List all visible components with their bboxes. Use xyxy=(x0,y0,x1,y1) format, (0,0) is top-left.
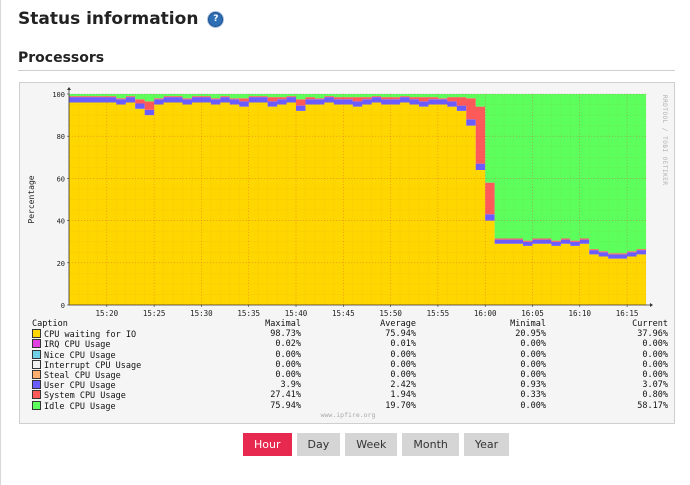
legend-avg: 0.00% xyxy=(390,359,416,370)
y-axis-label: Percentage xyxy=(27,175,36,223)
period-button-week[interactable]: Week xyxy=(345,433,398,456)
page-title: Status information ? xyxy=(18,9,224,29)
x-tick-label: 15:25 xyxy=(143,309,166,318)
legend-row-nice: Nice CPU Usage 0.00% 0.00% 0.00% 0.00% xyxy=(28,349,668,361)
legend-header-current: Current xyxy=(632,319,668,329)
x-tick-label: 16:10 xyxy=(568,309,591,318)
legend-min: 0.00% xyxy=(520,349,546,360)
legend-row-interrupt: Interrupt CPU Usage 0.00% 0.00% 0.00% 0.00% xyxy=(28,359,668,371)
page-title-text: Status information xyxy=(18,9,199,29)
legend-header: Caption Maximal Average Minimal Current xyxy=(28,319,668,329)
legend-min: 0.00% xyxy=(520,339,546,350)
legend-max: 0.00% xyxy=(275,369,301,380)
legend-max: 0.00% xyxy=(275,349,301,360)
x-tick-label: 15:20 xyxy=(96,309,119,318)
legend-row-io: CPU waiting for IO 98.73% 75.94% 20.95% 37.9… xyxy=(28,329,668,340)
x-tick-label: 16:00 xyxy=(474,309,497,318)
legend-swatch xyxy=(32,380,41,390)
period-button-day[interactable]: Day xyxy=(296,433,341,456)
legend-cur: 37.96% xyxy=(637,329,668,340)
period-button-month[interactable]: Month xyxy=(402,433,459,456)
legend-row-user: User CPU Usage 3.9% 2.42% 0.93% 3.07% xyxy=(28,380,668,391)
rrdtool-credit: RRDTOOL / TOBI OETIKER xyxy=(661,95,668,186)
y-tick-label: 40 xyxy=(57,218,65,226)
y-tick-label: 80 xyxy=(57,133,65,141)
legend-row-steal: Steal CPU Usage 0.00% 0.00% 0.00% 0.00% xyxy=(28,369,668,381)
cpu-chart: 0 20 40 60 80 100 15:20 15:25 15:30 15:35 15:40 15:… xyxy=(27,87,653,318)
legend-swatch xyxy=(32,339,41,349)
legend-row-idle: Idle CPU Usage 75.94% 19.70% 0.00% 58.17% xyxy=(28,400,668,412)
legend-cur: 3.07% xyxy=(642,380,668,391)
legend-min: 20.95% xyxy=(515,329,546,340)
x-axis-arrow xyxy=(650,303,653,307)
x-tick-label: 16:05 xyxy=(521,309,544,318)
y-tick-label: 0 xyxy=(61,302,65,310)
legend-cur: 0.00% xyxy=(642,339,668,350)
legend-avg: 0.00% xyxy=(390,349,416,360)
legend-min: 0.00% xyxy=(520,369,546,380)
period-button-year[interactable]: Year xyxy=(463,433,510,456)
legend-header-maximal: Maximal xyxy=(265,319,301,329)
legend-cur: 58.17% xyxy=(637,400,668,411)
legend-avg: 0.00% xyxy=(390,369,416,380)
x-tick-label: 15:40 xyxy=(285,309,308,318)
legend-cur: 0.00% xyxy=(642,369,668,380)
legend-min: 0.33% xyxy=(520,390,546,401)
legend-max: 98.73% xyxy=(270,329,301,340)
legend-max: 3.9% xyxy=(280,380,301,391)
y-tick-label: 60 xyxy=(57,175,65,183)
legend-swatch xyxy=(32,349,41,359)
graph-legend: Caption Maximal Average Minimal Current CPU w… xyxy=(28,319,668,412)
legend-max: 0.02% xyxy=(275,339,301,350)
legend-cur: 0.80% xyxy=(642,390,668,401)
legend-avg: 0.01% xyxy=(390,339,416,350)
legend-max: 75.94% xyxy=(270,400,301,411)
y-axis-arrow xyxy=(67,87,71,90)
legend-avg: 2.42% xyxy=(390,380,416,391)
legend-swatch xyxy=(32,329,41,339)
x-tick-label: 15:45 xyxy=(332,309,355,318)
legend-min: 0.00% xyxy=(520,400,546,411)
period-selector: Hour Day Week Month Year xyxy=(243,433,510,456)
legend-row-irq: IRQ CPU Usage 0.02% 0.01% 0.00% 0.00% xyxy=(28,339,668,350)
legend-avg: 75.94% xyxy=(385,329,416,340)
legend-min: 0.00% xyxy=(520,359,546,370)
help-icon[interactable]: ? xyxy=(208,11,224,27)
legend-swatch xyxy=(32,359,41,369)
legend-max: 0.00% xyxy=(275,359,301,370)
cpu-graph: 0 20 40 60 80 100 15:20 15:25 15:30 15:35 15:40 15:… xyxy=(19,82,675,424)
x-tick-label: 15:50 xyxy=(379,309,402,318)
legend-row-system: System CPU Usage 27.41% 1.94% 0.33% 0.80% xyxy=(28,390,668,401)
section-divider xyxy=(18,70,675,71)
y-tick-label: 20 xyxy=(57,260,65,268)
legend-min: 0.93% xyxy=(520,380,546,391)
legend-swatch xyxy=(32,390,41,400)
legend-header-caption: Caption xyxy=(32,319,68,329)
x-tick-label: 15:35 xyxy=(237,309,260,318)
legend-cur: 0.00% xyxy=(642,359,668,370)
graph-watermark: www.ipfire.org xyxy=(320,411,376,419)
section-title: Processors xyxy=(18,50,105,66)
x-tick-label: 15:55 xyxy=(427,309,450,318)
y-tick-label: 100 xyxy=(52,91,65,99)
legend-swatch xyxy=(32,369,41,379)
legend-header-average: Average xyxy=(380,319,416,329)
legend-cur: 0.00% xyxy=(642,349,668,360)
legend-avg: 1.94% xyxy=(390,390,416,401)
legend-max: 27.41% xyxy=(270,390,301,401)
legend-header-minimal: Minimal xyxy=(510,319,546,329)
x-tick-label: 16:15 xyxy=(616,309,639,318)
x-tick-label: 15:30 xyxy=(190,309,213,318)
legend-avg: 19.70% xyxy=(385,400,416,411)
period-button-hour[interactable]: Hour xyxy=(243,433,292,456)
legend-swatch xyxy=(32,400,41,410)
